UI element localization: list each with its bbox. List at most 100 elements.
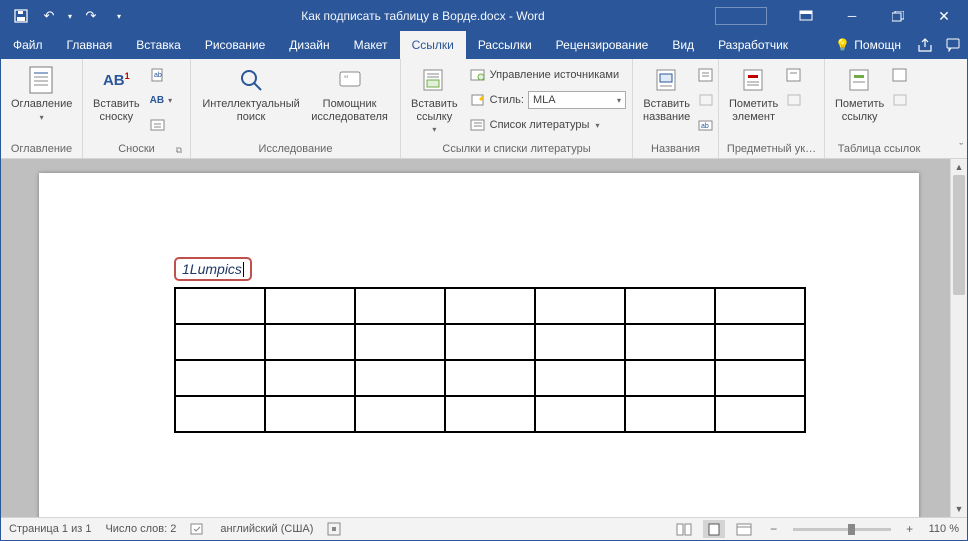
mark-entry-label: Пометить элемент [729,98,778,123]
cross-reference-button[interactable]: ab [696,114,716,136]
undo-dropdown-icon[interactable]: ▾ [65,4,75,28]
toc-button[interactable]: Оглавление ▾ [7,62,76,124]
mark-entry-icon [738,64,770,96]
style-select[interactable]: MLA▾ [528,91,626,109]
bibliography-label: Список литературы [490,119,590,131]
caption-number: 1 [182,261,190,277]
tab-developer[interactable]: Разработчик [706,31,800,59]
tab-layout[interactable]: Макет [342,31,400,59]
footnote-label: Вставить сноску [93,98,140,123]
tab-file[interactable]: Файл [1,31,55,59]
tab-view[interactable]: Вид [660,31,706,59]
tell-me[interactable]: 💡 Помощн [825,38,911,52]
group-label-toa: Таблица ссылок [831,141,927,158]
tab-home[interactable]: Главная [55,31,125,59]
toc-icon [26,64,58,96]
insert-tof-button[interactable] [696,64,716,86]
zoom-in-icon[interactable]: + [899,520,921,538]
table-row [175,360,805,396]
scroll-up-icon[interactable]: ▲ [951,159,967,175]
ribbon-display-icon[interactable] [783,1,829,31]
zoom-out-icon[interactable]: − [763,520,785,538]
text-cursor [243,262,244,277]
titlebar: ↶ ▾ ↷ ▾ Как подписать таблицу в Ворде.do… [1,1,967,31]
svg-text:'': '' [344,74,348,86]
toc-label: Оглавление [11,98,72,111]
zoom-slider[interactable] [793,528,891,531]
mark-citation-button[interactable]: Пометить ссылку [831,62,888,125]
redo-icon[interactable]: ↷ [79,4,103,28]
group-label-index: Предметный ук… [725,141,818,158]
scroll-down-icon[interactable]: ▼ [951,501,967,517]
insert-footnote-button[interactable]: AB1 Вставить сноску [89,62,144,125]
table-row [175,396,805,432]
status-bar: Страница 1 из 1 Число слов: 2 английский… [1,517,967,540]
read-mode-icon[interactable] [673,520,695,538]
manage-sources-button[interactable]: Управление источниками [468,64,628,86]
tab-references[interactable]: Ссылки [400,31,466,59]
bulb-icon: 💡 [835,38,850,52]
close-icon[interactable]: ✕ [921,1,967,31]
window-title: Как подписать таблицу в Ворде.docx - Wor… [131,9,715,23]
macro-record-icon[interactable] [327,522,341,536]
svg-text:ab: ab [701,123,709,130]
group-label-footnotes: Сноски [118,143,155,155]
comments-icon[interactable] [939,38,967,52]
bibliography-button[interactable]: Список литературы▾ [468,114,628,136]
web-layout-icon[interactable] [733,520,755,538]
minimize-icon[interactable]: ─ [829,1,875,31]
tab-mailings[interactable]: Рассылки [466,31,544,59]
next-footnote-button[interactable]: AB▾ [148,89,174,111]
magnifier-icon [235,64,267,96]
citation-icon [418,64,450,96]
insert-toa-button[interactable] [890,64,910,86]
caption-icon [651,64,683,96]
zoom-value[interactable]: 110 % [929,523,959,535]
insert-endnote-button[interactable]: ab [148,64,174,86]
tab-insert[interactable]: Вставка [124,31,193,59]
share-icon[interactable] [911,38,939,53]
researcher-button[interactable]: '' Помощник исследователя [305,62,394,125]
document-area[interactable]: 1 Lumpics [1,159,950,517]
insert-index-button[interactable] [784,64,804,86]
qat-customize-icon[interactable]: ▾ [107,4,131,28]
update-toa-button[interactable] [890,89,910,111]
save-icon[interactable] [9,4,33,28]
status-page[interactable]: Страница 1 из 1 [9,523,91,535]
page[interactable]: 1 Lumpics [39,173,919,517]
vertical-scrollbar[interactable]: ▲ ▼ [950,159,967,517]
status-words[interactable]: Число слов: 2 [105,523,176,535]
researcher-label: Помощник исследователя [311,98,388,123]
collapse-ribbon-icon[interactable]: ˇ [959,142,963,154]
mark-entry-button[interactable]: Пометить элемент [725,62,782,125]
update-table-button[interactable] [696,89,716,111]
tab-review[interactable]: Рецензирование [544,31,661,59]
account-box[interactable] [715,7,767,25]
scroll-thumb[interactable] [953,175,965,295]
caption-text: Lumpics [190,261,242,277]
dialog-launcher-icon[interactable]: ⧉ [176,145,182,156]
smart-lookup-button[interactable]: Интеллектуальный поиск [197,62,305,125]
show-notes-button[interactable] [148,114,174,136]
insert-caption-button[interactable]: Вставить название [639,62,694,125]
print-layout-icon[interactable] [703,520,725,538]
insert-citation-button[interactable]: Вставить ссылку ▾ [407,62,462,136]
manage-sources-label: Управление источниками [490,69,619,81]
style-value: MLA [533,94,556,106]
document-table[interactable] [174,287,806,433]
group-label-citations: Ссылки и списки литературы [407,141,626,158]
maximize-icon[interactable] [875,1,921,31]
table-row [175,288,805,324]
group-label-toc: Оглавление [7,141,76,158]
update-index-button[interactable] [784,89,804,111]
svg-text:ab: ab [154,72,162,79]
insert-citation-label: Вставить ссылку [411,98,458,123]
table-caption[interactable]: 1 Lumpics [174,257,252,281]
tell-me-label: Помощн [854,38,901,52]
spellcheck-icon[interactable] [190,522,206,536]
mark-citation-label: Пометить ссылку [835,98,884,123]
undo-icon[interactable]: ↶ [37,4,61,28]
tab-design[interactable]: Дизайн [277,31,341,59]
status-language[interactable]: английский (США) [220,523,313,535]
tab-draw[interactable]: Рисование [193,31,277,59]
